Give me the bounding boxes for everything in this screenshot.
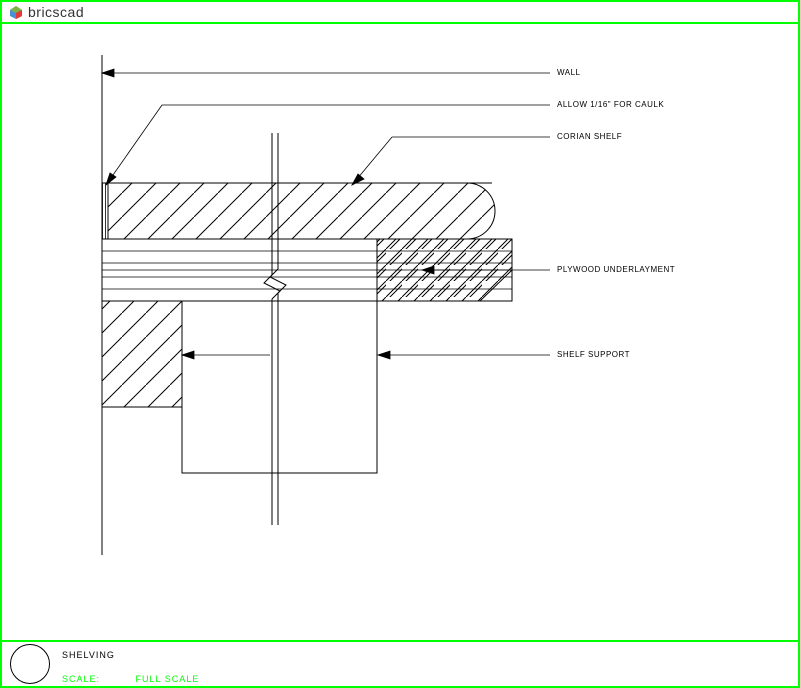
- label-caulk: ALLOW 1/16" FOR CAULK: [557, 100, 664, 109]
- app-header: bricscad: [2, 2, 798, 24]
- cad-drawing: [2, 24, 798, 640]
- label-support: SHELF SUPPORT: [557, 350, 630, 359]
- label-shelf: CORIAN SHELF: [557, 132, 622, 141]
- scale-label: SCALE:: [62, 674, 132, 684]
- detail-marker-circle: [10, 644, 50, 684]
- scale-row: SCALE: FULL SCALE: [62, 674, 199, 684]
- label-underlayment: PLYWOOD UNDERLAYMENT: [557, 265, 675, 274]
- label-wall: WALL: [557, 68, 581, 77]
- bricscad-logo-icon: [8, 4, 24, 20]
- title-block: SHELVING SCALE: FULL SCALE: [2, 640, 798, 686]
- drawing-title: SHELVING: [62, 650, 115, 660]
- drawing-canvas[interactable]: WALL ALLOW 1/16" FOR CAULK CORIAN SHELF …: [2, 24, 798, 640]
- scale-value: FULL SCALE: [136, 674, 200, 684]
- app-name: bricscad: [28, 4, 84, 20]
- app-logo: bricscad: [8, 4, 84, 20]
